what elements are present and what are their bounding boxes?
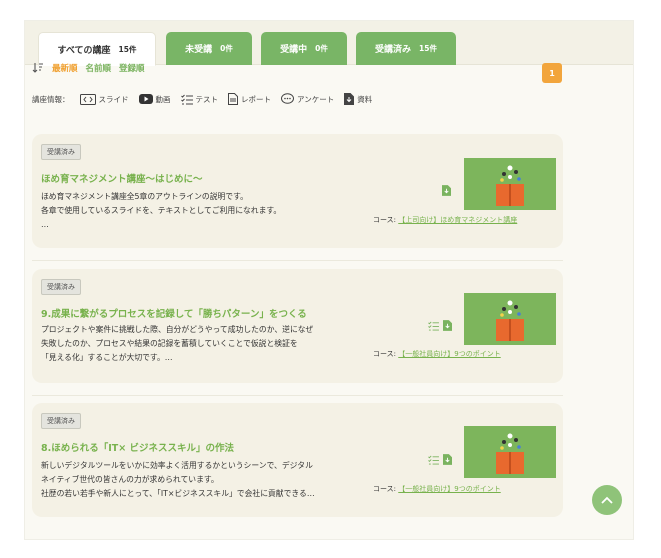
desc-line: …	[41, 220, 49, 229]
legend-label: アンケート	[297, 94, 335, 104]
sort-name[interactable]: 名前順	[86, 62, 112, 74]
tab-completed[interactable]: 受講済み 15件	[356, 32, 456, 65]
course-link[interactable]: 【一般社員向け】9つのポイント	[398, 350, 500, 358]
status-badge: 受講済み	[41, 413, 81, 429]
survey-icon	[281, 93, 294, 104]
chevron-up-icon	[601, 496, 613, 504]
sort-icon	[32, 63, 43, 73]
course-content-icons	[428, 454, 452, 465]
book-illustration	[496, 300, 524, 341]
book-illustration	[496, 165, 524, 206]
desc-line: 各章で使用しているスライドを、テキストとしてご利用になれます。	[41, 206, 282, 215]
tab-label: 未受講	[185, 45, 213, 55]
tab-not-started[interactable]: 未受講 0件	[166, 32, 252, 65]
desc-line: 新しいデジタルツールをいかに効率よく活用するかというシーンで、デジタル	[41, 461, 313, 470]
course-title[interactable]: 9.成果に繋がるプロセスを記録して「勝ちパターン」をつくる	[41, 306, 307, 320]
legend-label: レポート	[241, 94, 271, 104]
document-icon	[442, 185, 451, 196]
legend-label: 資料	[357, 94, 373, 104]
document-icon	[443, 454, 452, 465]
legend-item-slide: スライド	[79, 93, 129, 105]
course-link[interactable]: 【一般社員向け】9つのポイント	[398, 485, 500, 493]
legend-item-survey: アンケート	[281, 93, 334, 105]
tab-count: 15件	[419, 44, 437, 53]
desc-line: ほめ育マネジメント講座全5章のアウトラインの説明です。	[41, 192, 248, 201]
course-content-icons	[428, 320, 452, 331]
tab-count: 15件	[118, 44, 137, 54]
legend-label: 動画	[155, 94, 171, 104]
card-divider	[32, 260, 563, 261]
tab-count: 0件	[220, 44, 233, 53]
tab-label: 受講中	[280, 45, 308, 55]
course-card[interactable]: 受講済み 9.成果に繋がるプロセスを記録して「勝ちパターン」をつくる プロジェク…	[32, 269, 563, 383]
slide-icon	[79, 93, 96, 105]
tab-label: 受講済み	[375, 45, 412, 55]
sort-newest[interactable]: 最新順	[52, 62, 78, 74]
tab-in-progress[interactable]: 受講中 0件	[261, 32, 347, 65]
report-icon	[228, 93, 238, 105]
course-prefix: コース:	[373, 216, 397, 224]
tab-all-courses[interactable]: すべての講座 15件	[38, 32, 156, 66]
tab-count: 0件	[315, 44, 328, 53]
status-badge: 受講済み	[41, 279, 81, 295]
desc-line: ネイティブ世代の皆さんの力が求められています。	[41, 475, 219, 484]
desc-line: 失敗したのか、プロセスや結果の記録を蓄積していくことで仮説と検証を	[41, 339, 298, 348]
course-link-row: コース: 【一般社員向け】9つのポイント	[373, 484, 501, 494]
course-link-row: コース: 【一般社員向け】9つのポイント	[373, 349, 501, 359]
course-description: ほめ育マネジメント講座全5章のアウトラインの説明です。 各章で使用しているスライ…	[41, 190, 361, 232]
legend-label: スライド	[98, 94, 129, 104]
test-icon	[428, 455, 439, 465]
sort-bar: 最新順 名前順 登録順	[32, 62, 145, 74]
test-icon	[428, 321, 439, 331]
course-prefix: コース:	[373, 485, 397, 493]
pagination-current-page[interactable]: 1	[542, 63, 562, 83]
legend-item-report: レポート	[228, 93, 271, 105]
tab-bar: すべての講座 15件 未受講 0件 受講中 0件 受講済み 15件	[25, 21, 633, 66]
tab-label: すべての講座	[57, 45, 111, 56]
course-title[interactable]: 8.ほめられる「IT× ビジネススキル」の作法	[41, 440, 234, 454]
book-illustration	[496, 433, 524, 474]
course-thumbnail[interactable]	[464, 426, 556, 478]
video-icon	[138, 94, 153, 104]
document-icon	[344, 93, 355, 105]
course-link[interactable]: 【上司向け】ほめ育マネジメント講座	[398, 216, 517, 224]
course-description: 新しいデジタルツールをいかに効率よく活用するかというシーンで、デジタル ネイティ…	[41, 459, 371, 501]
card-divider	[32, 395, 563, 396]
course-title[interactable]: ほめ育マネジメント講座〜はじめに〜	[41, 171, 203, 185]
scroll-to-top-button[interactable]	[592, 485, 622, 515]
legend-label: テスト	[195, 94, 219, 104]
desc-line: プロジェクトや案件に挑戦した際、自分がどうやって成功したのか、逆になぜ	[41, 325, 314, 334]
desc-line: 「見える化」することが大切です。…	[41, 353, 173, 362]
legend-heading: 講座情報：	[32, 94, 70, 104]
course-prefix: コース:	[373, 350, 397, 358]
test-icon	[180, 94, 193, 104]
course-card[interactable]: 受講済み 8.ほめられる「IT× ビジネススキル」の作法 新しいデジタルツールを…	[32, 403, 563, 517]
document-icon	[443, 320, 452, 331]
course-card[interactable]: 受講済み ほめ育マネジメント講座〜はじめに〜 ほめ育マネジメント講座全5章のアウ…	[32, 134, 563, 248]
legend-item-test: テスト	[180, 94, 219, 105]
course-thumbnail[interactable]	[464, 158, 556, 210]
course-description: プロジェクトや案件に挑戦した際、自分がどうやって成功したのか、逆になぜ 失敗した…	[41, 323, 371, 365]
status-badge: 受講済み	[41, 144, 81, 160]
course-link-row: コース: 【上司向け】ほめ育マネジメント講座	[373, 215, 517, 225]
legend-item-video: 動画	[138, 94, 171, 105]
course-content-icons	[442, 185, 451, 196]
course-info-legend: 講座情報： スライド 動画 テスト レポート アンケート 資料	[32, 93, 372, 105]
course-thumbnail[interactable]	[464, 293, 556, 345]
sort-registered[interactable]: 登録順	[119, 62, 145, 74]
desc-line: 社歴の若い若手や新人にとって、「IT×ビジネススキル」で会社に貢献できる…	[41, 489, 315, 498]
legend-item-document: 資料	[344, 93, 372, 105]
